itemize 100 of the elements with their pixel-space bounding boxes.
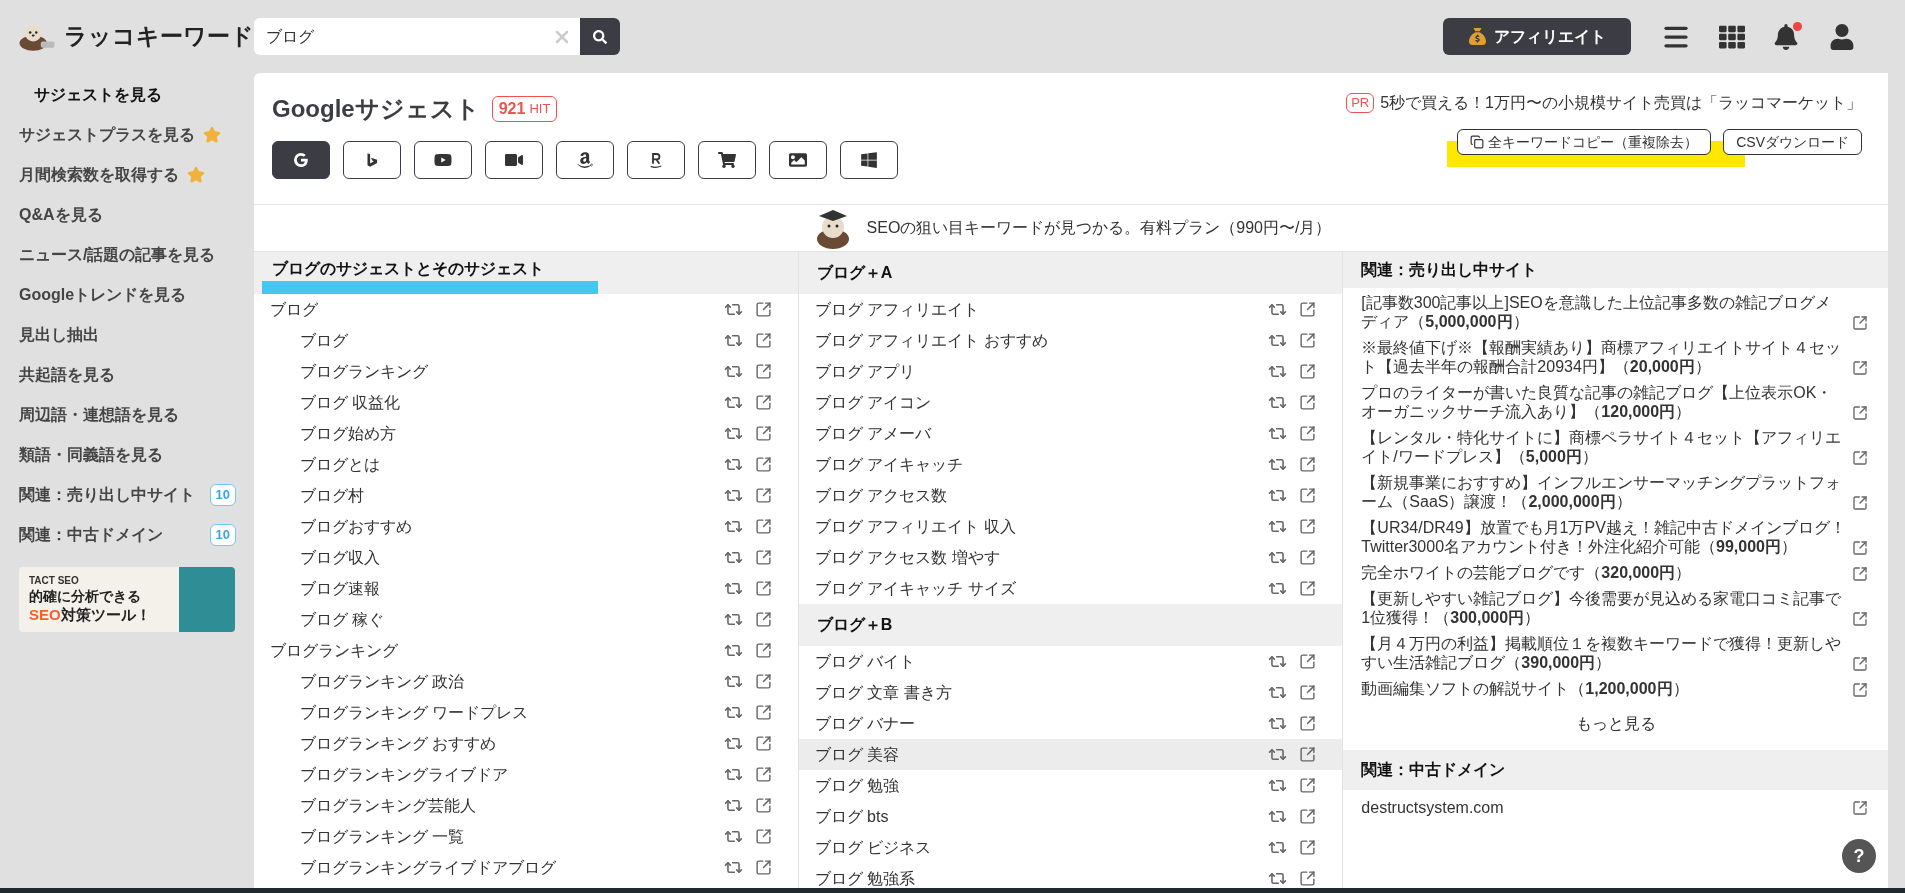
external-link-icon[interactable] [1299,684,1317,701]
copy-button[interactable]: 全キーワードコピー（重複除去） [1457,129,1712,155]
sidebar-item[interactable]: ニュース/話題の記事を見る [0,235,254,275]
keyword-row[interactable]: ブログランキング [254,356,798,387]
sidebar-item[interactable]: サジェストプラスを見る [0,115,254,155]
keyword-row[interactable]: ブログ [254,325,798,356]
keyword-row[interactable]: ブログ収入 [254,542,798,573]
external-link-icon[interactable] [754,363,772,380]
user-icon[interactable] [1829,23,1855,50]
external-link-icon[interactable] [754,704,772,721]
external-link-icon[interactable] [1299,580,1317,597]
external-link-icon[interactable] [1299,746,1317,763]
keyword-row[interactable]: ブログランキングライブドアブログ [254,852,798,883]
sidebar-item[interactable]: Q&Aを見る [0,195,254,235]
google-tab[interactable] [272,141,330,179]
sidebar-item[interactable]: 月間検索数を取得する [0,155,254,195]
external-link-icon[interactable] [754,797,772,814]
youtube-tab[interactable] [414,141,472,179]
external-link-icon[interactable] [754,549,772,566]
keyword-row[interactable]: ブログ 収益化 [254,387,798,418]
keyword-row[interactable]: ブログおすすめ [254,511,798,542]
external-link-icon[interactable] [754,456,772,473]
external-link-icon[interactable] [1299,839,1317,856]
external-link-icon[interactable] [1299,549,1317,566]
external-link-icon[interactable] [1852,315,1868,331]
keyword-row[interactable]: ブログランキング [254,635,798,666]
keyword-row[interactable]: ブログランキング 政治 [254,666,798,697]
sidebar-item[interactable]: Googleトレンドを見る [0,275,254,315]
pr-link[interactable]: 5秒で買える！1万円〜の小規模サイト売買は「ラッコマーケット」 [1380,91,1862,115]
notification-icon[interactable] [1773,23,1799,50]
external-link-icon[interactable] [1299,425,1317,442]
external-link-icon[interactable] [1299,363,1317,380]
keyword-row[interactable]: ブログランキングライブドア [254,759,798,790]
external-link-icon[interactable] [1852,540,1868,556]
keyword-row[interactable]: ブログランキング おすすめ [254,728,798,759]
external-link-icon[interactable] [754,673,772,690]
external-link-icon[interactable] [1852,611,1868,627]
external-link-icon[interactable] [1852,405,1868,421]
keyword-row[interactable]: ブログ 美容 [798,739,1343,770]
sidebar-item[interactable]: 共起語を見る [0,355,254,395]
external-link-icon[interactable] [754,301,772,318]
external-link-icon[interactable] [754,642,772,659]
plan-promo-link[interactable]: SEOの狙い目キーワードが見つかる。有料プラン（990円〜/月） [866,216,1332,240]
external-link-icon[interactable] [1852,360,1868,376]
rakuten-tab[interactable] [627,141,685,179]
keyword-row[interactable]: ブログ村 [254,480,798,511]
keyword-row[interactable]: ブログランキング芸能人 [254,790,798,821]
keyword-row[interactable]: ブログ速報 [254,573,798,604]
site-listing-link[interactable]: [記事数300記事以上]SEOを意識した上位記事多数の雑記ブログメディア（5,000,000円） [1361,293,1846,331]
external-link-icon[interactable] [1852,800,1868,816]
external-link-icon[interactable] [1299,653,1317,670]
external-link-icon[interactable] [754,425,772,442]
site-listing-link[interactable]: 【レンタル・特化サイトに】商標ペラサイト４セット【アフィリエイト/ワードプレス】（5,000円） [1361,428,1846,466]
site-listing-link[interactable]: 動画編集ソフトの解説サイト（1,200,000円） [1361,679,1846,698]
csv-download-button[interactable]: CSVダウンロード [1723,129,1862,155]
external-link-icon[interactable] [754,859,772,876]
amazon-tab[interactable] [556,141,614,179]
keyword-row[interactable]: ブログランキング ワードプレス [254,697,798,728]
shopping-tab[interactable] [698,141,756,179]
external-link-icon[interactable] [1299,715,1317,732]
external-link-icon[interactable] [1299,394,1317,411]
external-link-icon[interactable] [1299,518,1317,535]
external-link-icon[interactable] [1852,495,1868,511]
external-link-icon[interactable] [1299,456,1317,473]
site-listing-link[interactable]: 完全ホワイトの芸能ブログです（320,000円） [1361,563,1846,582]
grid-icon[interactable] [1719,23,1745,50]
site-listing-link[interactable]: 【更新しやすい雑記ブログ】今後需要が見込める家電口コミ記事で1位獲得！（300,000円） [1361,589,1846,627]
external-link-icon[interactable] [1852,566,1868,582]
site-listing-link[interactable]: 【月４万円の利益】掲載順位１を複数キーワードで獲得！更新しやすい生活雑記ブログ（390,000円） [1361,634,1846,672]
search-field[interactable]: ブログ [254,18,580,55]
site-listing-link[interactable]: 【UR34/DR49】放置でも月1万PV越え！雑記中古ドメインブログ！Twitter3000名アカウント付き！外注化紹介可能（99,000円） [1361,518,1846,556]
image-tab[interactable] [769,141,827,179]
external-link-icon[interactable] [754,332,772,349]
external-link-icon[interactable] [1299,301,1317,318]
external-link-icon[interactable] [754,766,772,783]
external-link-icon[interactable] [1852,656,1868,672]
site-listing-link[interactable]: 【新規事業におすすめ】インフルエンサーマッチングプラットフォーム（SaaS）譲渡！（2,000,000円） [1361,473,1846,511]
keyword-row[interactable]: ブログ 稼ぐ [254,604,798,635]
affiliate-button[interactable]: アフィリエイト [1443,18,1631,55]
keyword-row[interactable]: ブログとは [254,449,798,480]
external-link-icon[interactable] [1299,808,1317,825]
external-link-icon[interactable] [1299,777,1317,794]
site-listing-link[interactable]: ※最終値下げ※【報酬実績あり】商標アフィリエイトサイト４セット【過去半年の報酬合計20934円】（20,000円） [1361,338,1846,376]
sidebar-item[interactable]: サジェストを見る [0,75,254,115]
external-link-icon[interactable] [754,611,772,628]
sidebar-item[interactable]: 関連：売り出し中サイト 10 [0,475,254,515]
external-link-icon[interactable] [1852,450,1868,466]
more-link[interactable]: もっと見る [1575,712,1656,736]
keyword-row[interactable]: ブログランキング 一覧 [254,821,798,852]
domain-link[interactable]: destructsystem.com [1361,796,1504,820]
external-link-icon[interactable] [1299,487,1317,504]
windows-tab[interactable] [840,141,898,179]
sidebar-item[interactable]: 見出し抽出 [0,315,254,355]
external-link-icon[interactable] [1299,332,1317,349]
external-link-icon[interactable] [754,394,772,411]
sidebar-item[interactable]: 周辺語・連想語を見る [0,395,254,435]
external-link-icon[interactable] [754,518,772,535]
external-link-icon[interactable] [754,735,772,752]
sidebar-item[interactable]: 関連：中古ドメイン 10 [0,515,254,555]
external-link-icon[interactable] [754,487,772,504]
